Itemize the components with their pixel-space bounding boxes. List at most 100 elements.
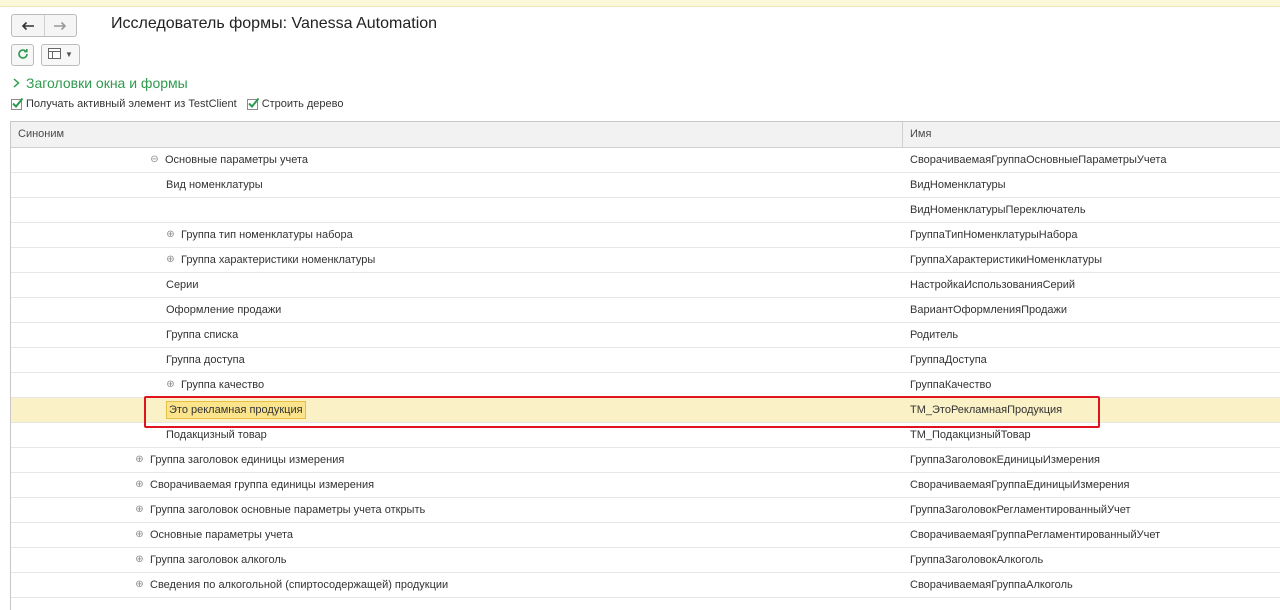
name-cell: ГруппаЗаголовокРегламентированныйУчет (910, 504, 1131, 516)
table-row[interactable]: Подакцизный товар ТМ_ПодакцизныйТовар (11, 423, 1280, 448)
elements-table: Синоним Имя ⊖ Основные параметры учета Сво… (10, 121, 1280, 610)
synonym-cell: Оформление продажи (166, 298, 281, 322)
synonym-text: Серии (166, 279, 199, 291)
checkbox-icon (11, 97, 24, 110)
synonym-text: Группа доступа (166, 354, 245, 366)
synonym-cell: ⊕ Группа заголовок единицы измерения (135, 448, 344, 472)
collapse-icon[interactable]: ⊖ (150, 155, 159, 165)
table-row[interactable]: ⊕ Группа заголовок алкоголь ГруппаЗаголово… (11, 548, 1280, 573)
nav-buttons (11, 14, 77, 37)
synonym-text: Оформление продажи (166, 304, 282, 316)
expand-icon[interactable]: ⊕ (166, 230, 175, 240)
table-row[interactable]: ⊕ Группа заголовок основные параметры уче… (11, 498, 1280, 523)
chevron-right-icon (13, 78, 20, 88)
get-active-element-label: Получать активный элемент из TestClient (26, 98, 237, 110)
expand-icon[interactable]: ⊕ (135, 580, 144, 590)
synonym-text: Группа качество (181, 379, 265, 391)
synonym-cell: ⊕ Сворачиваемая группа единицы измерения (135, 473, 374, 497)
table-row[interactable]: ВидНоменклатурыПереключатель (11, 198, 1280, 223)
name-cell: НастройкаИспользованияСерий (910, 279, 1076, 291)
expand-icon[interactable]: ⊕ (135, 455, 144, 465)
table-row[interactable]: ⊕ Группа заголовок единицы измерения Групп… (11, 448, 1280, 473)
name-cell: ГруппаДоступа (910, 354, 987, 366)
synonym-text: Группа списка (166, 329, 239, 341)
synonym-cell: ⊕ Сведения по алкогольной (спиртосодержащ… (135, 573, 448, 597)
name-cell: ГруппаЗаголовокЕдиницыИзмерения (910, 454, 1100, 466)
synonym-cell: ⊕ Группа качество (166, 373, 264, 397)
name-cell: ГруппаКачество (910, 379, 992, 391)
synonym-text: Сведения по алкогольной (спиртосодержаще… (150, 579, 449, 591)
synonym-text: Группа характеристики номенклатуры (181, 254, 376, 266)
expand-icon[interactable]: ⊕ (166, 255, 175, 265)
name-cell: ГруппаХарактеристикиНоменклатуры (910, 254, 1103, 266)
synonym-cell: Это рекламная продукция (166, 398, 306, 422)
arrow-right-icon (53, 21, 67, 31)
synonym-text: Вид номенклатуры (166, 179, 263, 191)
expand-icon[interactable]: ⊕ (135, 505, 144, 515)
table-row[interactable]: ⊕ Группа тип номенклатуры набора ГруппаТип… (11, 223, 1280, 248)
name-cell: Родитель (910, 329, 959, 341)
table-row[interactable]: ⊕ Сворачиваемая группа единицы измерения С… (11, 473, 1280, 498)
name-cell: ГруппаЗаголовокАлкоголь (910, 554, 1044, 566)
expand-icon[interactable]: ⊕ (135, 555, 144, 565)
synonym-text: Группа тип номенклатуры набора (181, 229, 353, 241)
column-divider[interactable] (902, 122, 903, 147)
column-header-synonym[interactable]: Синоним (18, 122, 64, 147)
expand-icon[interactable]: ⊕ (135, 530, 144, 540)
synonym-text: Основные параметры учета (165, 154, 309, 166)
synonym-cell: ⊕ Группа тип номенклатуры набора (166, 223, 353, 247)
table-row[interactable]: Это рекламная продукция ТМ_ЭтоРекламнаяПр… (11, 398, 1280, 423)
back-button[interactable] (12, 15, 44, 36)
refresh-button[interactable] (11, 44, 34, 66)
build-tree-checkbox[interactable]: Строить дерево (246, 97, 344, 110)
table-row[interactable]: Группа доступа ГруппаДоступа (11, 348, 1280, 373)
synonym-text: Группа заголовок основные параметры учет… (150, 504, 426, 516)
table-row[interactable]: Вид номенклатуры ВидНоменклатуры (11, 173, 1280, 198)
synonym-cell: Вид номенклатуры (166, 173, 263, 197)
column-header-name[interactable]: Имя (910, 122, 931, 147)
name-cell: ГруппаТипНоменклатурыНабора (910, 229, 1078, 241)
refresh-icon (17, 48, 29, 63)
table-header: Синоним Имя (11, 122, 1280, 148)
top-strip (0, 0, 1280, 7)
table-row[interactable]: Серии НастройкаИспользованияСерий (11, 273, 1280, 298)
get-active-element-checkbox[interactable]: Получать активный элемент из TestClient (11, 97, 237, 110)
synonym-cell: ⊕ Группа заголовок алкоголь (135, 548, 286, 572)
forward-button[interactable] (43, 15, 77, 36)
group-label: Заголовки окна и формы (26, 75, 188, 91)
group-window-headers[interactable]: Заголовки окна и формы (13, 75, 188, 91)
expand-icon[interactable]: ⊕ (135, 480, 144, 490)
synonym-text: Группа заголовок алкоголь (150, 554, 287, 566)
synonym-text: Основные параметры учета (150, 529, 294, 541)
name-cell: СворачиваемаяГруппаЕдиницыИзмерения (910, 479, 1130, 491)
table-row[interactable]: ⊖ Основные параметры учета СворачиваемаяГр… (11, 148, 1280, 173)
checkbox-icon (246, 97, 259, 110)
table-row[interactable]: ⊕ Группа характеристики номенклатуры Групп… (11, 248, 1280, 273)
table-row[interactable]: Оформление продажи ВариантОформленияПрода… (11, 298, 1280, 323)
synonym-cell: ⊖ Основные параметры учета (150, 148, 308, 172)
expand-icon[interactable]: ⊕ (166, 380, 175, 390)
options-bar: Получать активный элемент из TestClient … (11, 97, 354, 110)
synonym-cell: ⊕ Группа характеристики номенклатуры (166, 248, 375, 272)
synonym-text: Это рекламная продукция (166, 401, 306, 419)
synonym-cell: ⊕ Группа заголовок основные параметры уче… (135, 498, 425, 522)
view-settings-button[interactable]: ▼ (41, 44, 80, 66)
table-row[interactable]: ⊕ Основные параметры учета СворачиваемаяГр… (11, 523, 1280, 548)
name-cell: ТМ_ЭтоРекламнаяПродукция (910, 404, 1063, 416)
chevron-down-icon: ▼ (65, 50, 73, 59)
name-cell: СворачиваемаяГруппаРегламентированныйУче… (910, 529, 1161, 541)
table-row[interactable]: ⊕ Группа качество ГруппаКачество (11, 373, 1280, 398)
synonym-text: Сворачиваемая группа единицы измерения (150, 479, 375, 491)
synonym-cell: Группа списка (166, 323, 238, 347)
synonym-cell: Подакцизный товар (166, 423, 267, 447)
name-cell: СворачиваемаяГруппаАлкоголь (910, 579, 1073, 591)
name-cell: СворачиваемаяГруппаОсновныеПараметрыУчет… (910, 154, 1167, 166)
name-cell: ТМ_ПодакцизныйТовар (910, 429, 1031, 441)
synonym-cell: Группа доступа (166, 348, 245, 372)
table-body: ⊖ Основные параметры учета СворачиваемаяГр… (11, 148, 1280, 598)
synonym-cell: Серии (166, 273, 198, 297)
table-row[interactable]: ⊕ Сведения по алкогольной (спиртосодержащ… (11, 573, 1280, 598)
table-row[interactable]: Группа списка Родитель (11, 323, 1280, 348)
synonym-text: Подакцизный товар (166, 429, 267, 441)
synonym-cell: ⊕ Основные параметры учета (135, 523, 293, 547)
